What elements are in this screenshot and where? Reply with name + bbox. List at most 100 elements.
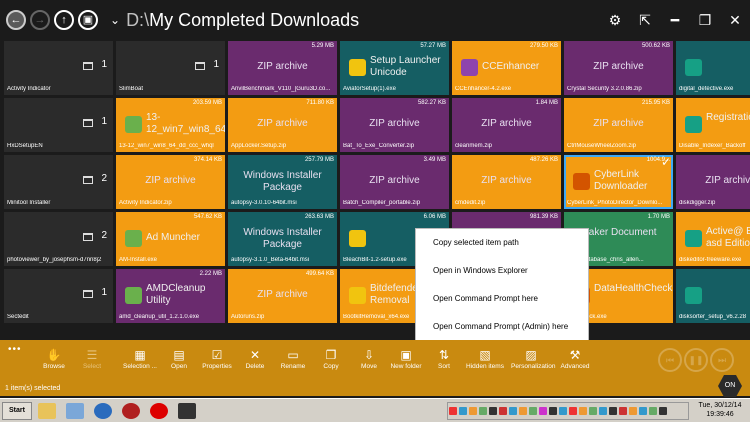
file-tile[interactable]: ZIP archive diskdigger.zip xyxy=(676,155,750,209)
file-tile[interactable]: 2 Minitool Installer xyxy=(4,155,113,209)
app-icon[interactable] xyxy=(122,403,140,419)
file-name: AnvilBenchmark_V110_[Guru3D.co... xyxy=(231,86,331,92)
folder-icon[interactable] xyxy=(38,403,56,419)
context-menu: Copy selected item path Open in Windows … xyxy=(415,228,589,341)
file-tile[interactable]: 1 Sectedit xyxy=(4,269,113,323)
previous-icon[interactable]: ⏮ xyxy=(658,348,682,372)
start-button[interactable]: Start xyxy=(2,402,32,420)
file-tile[interactable]: Registration E Disable_Indexer_Backoff xyxy=(676,98,750,152)
file-tile[interactable]: 279.50 KB CCEnhancer CCEnhancer-4.2.exe xyxy=(452,41,561,95)
file-tile[interactable]: 1 Activity Indicator xyxy=(4,41,113,95)
file-type-label: Ad Muncher xyxy=(146,232,200,243)
folder-icon xyxy=(83,233,93,241)
appbar-button[interactable]: ⇩ Move xyxy=(349,347,389,370)
appbar-button[interactable]: ▧ Hidden items xyxy=(465,347,505,370)
appbar-button[interactable]: ▤ Open xyxy=(159,347,199,370)
file-name: cleanmem.zip xyxy=(455,143,493,149)
more-button[interactable]: ••• xyxy=(8,344,22,355)
sort-icon: ⇅ xyxy=(438,348,450,362)
file-name: disksorter_setup_v6.2.28 xyxy=(679,314,747,320)
appbar-button[interactable]: ☑ Properties xyxy=(197,347,237,370)
check-icon: ✓ xyxy=(660,155,671,169)
settings-icon[interactable]: ⚙ xyxy=(600,12,630,29)
file-tile[interactable]: 711.80 KB ZIP archive AppLocker.Setup.zip xyxy=(228,98,337,152)
file-name: AviatorSetup(1).exe xyxy=(343,86,396,92)
file-tile[interactable]: 582.27 KB ZIP archive Bat_To_Exe_Converter… xyxy=(340,98,449,152)
pause-icon[interactable]: ❚❚ xyxy=(684,348,708,372)
file-type-label: ZIP archive xyxy=(705,175,750,186)
appbar-button[interactable]: ▣ New folder xyxy=(386,347,426,370)
status-bar: 1 item(s) selected xyxy=(0,382,750,396)
appbar-button[interactable]: ▭ Rename xyxy=(273,347,313,370)
file-tile[interactable]: 57.27 MB Setup Launcher Unicode AviatorSet… xyxy=(340,41,449,95)
monitor-icon[interactable] xyxy=(178,403,196,419)
file-tile[interactable]: 500.62 KB ZIP archive Crystal Security 3.2… xyxy=(564,41,673,95)
menu-item-copy-path[interactable]: Copy selected item path xyxy=(416,229,588,257)
file-tile[interactable]: digital_detective.exe xyxy=(676,41,750,95)
appbar-button-label: Move xyxy=(361,363,377,370)
file-tile[interactable]: 3.49 MB ZIP archive Batch_Compiler_portabl… xyxy=(340,155,449,209)
file-tile[interactable]: 547.62 KB Ad Muncher AM-Install.exe xyxy=(116,212,225,266)
appbar-button-label: Rename xyxy=(280,363,306,370)
close-icon[interactable]: ✕ xyxy=(720,12,750,29)
file-tile[interactable]: 263.63 MB Windows Installer Package autops… xyxy=(228,212,337,266)
appbar-button[interactable]: ▨ Personalization xyxy=(511,347,555,370)
restore-icon[interactable]: ❐ xyxy=(690,12,720,29)
appbar-button[interactable]: ❐ Copy xyxy=(311,347,351,370)
file-type-label: ZIP archive xyxy=(369,118,420,129)
file-tile[interactable]: 487.26 KB ZIP archive cmdedit.zip xyxy=(452,155,561,209)
clock[interactable]: Tue, 30/12/14 19:39:46 xyxy=(692,401,748,419)
menu-item-open-cmd-admin[interactable]: Open Command Prompt (Admin) here xyxy=(416,313,588,341)
folder-count: 2 xyxy=(101,230,107,241)
appbar-button-label: Open xyxy=(171,363,187,370)
thunderbird-icon[interactable] xyxy=(94,403,112,419)
x-icon: ✕ xyxy=(249,348,261,362)
back-icon[interactable]: ← xyxy=(6,10,26,30)
app-window: ← → ↑ ▣ ⌄ D:\My Completed Downloads ⚙ ⇱ … xyxy=(0,0,750,422)
appbar-button[interactable]: ✕ Delete xyxy=(235,347,275,370)
file-tile[interactable]: 1.84 MB ZIP archive cleanmem.zip xyxy=(452,98,561,152)
file-tile[interactable]: 203.59 MB 13-12_win7_win8_64_dd_ccc_whql 1… xyxy=(116,98,225,152)
file-name: Bat_To_Exe_Converter.zip xyxy=(343,143,415,149)
forward-icon[interactable]: → xyxy=(30,10,50,30)
folder-count: 1 xyxy=(101,287,107,298)
file-name: AM-Install.exe xyxy=(119,257,158,263)
file-tile[interactable]: 215.95 KB ZIP archive CtrlMouseWheelZoom.z… xyxy=(564,98,673,152)
file-tile[interactable]: 499.64 KB ZIP archive Autoruns.zip xyxy=(228,269,337,323)
expand-icon[interactable]: ⇱ xyxy=(630,12,660,29)
file-tile[interactable]: 1 HxDSetupEN xyxy=(4,98,113,152)
appbar-button[interactable]: ✋ Browse xyxy=(34,347,74,370)
file-tile[interactable]: 1 SlimBoat xyxy=(116,41,225,95)
app-icon xyxy=(349,230,366,247)
appbar-button[interactable]: ⇅ Sort xyxy=(424,347,464,370)
computer-icon[interactable]: ▣ xyxy=(78,10,98,30)
appbar-button[interactable]: ⚒ Advanced xyxy=(555,347,595,370)
opera-icon[interactable] xyxy=(150,403,168,419)
system-tray xyxy=(447,402,689,420)
menu-item-open-cmd[interactable]: Open Command Prompt here xyxy=(416,285,588,313)
file-tile[interactable]: 5.29 MB ZIP archive AnvilBenchmark_V110_[G… xyxy=(228,41,337,95)
appbar-button[interactable]: ▦ Selection ... xyxy=(120,347,160,370)
appbar-button[interactable]: ☰ Select xyxy=(72,347,112,370)
clock-time: 19:39:46 xyxy=(706,411,734,418)
file-tile[interactable]: 2.22 MB AMDCleanup Utility amd_cleanup_uti… xyxy=(116,269,225,323)
file-size: 257.79 MB xyxy=(304,157,334,163)
file-type-label: 13-12_win7_win8_64_dd_ccc_whql xyxy=(146,112,225,135)
folder-count: 2 xyxy=(101,173,107,184)
drive-icon[interactable] xyxy=(66,403,84,419)
file-tile[interactable]: 1004.9... CyberLink Downloader CyberLink_P… xyxy=(564,155,673,209)
file-tile[interactable]: Active@ Editor - asd Edition diskeditor-f… xyxy=(676,212,750,266)
drive-label: D:\ xyxy=(126,9,150,30)
chevron-down-icon[interactable]: ⌄ xyxy=(110,13,120,27)
folder-icon xyxy=(83,290,93,298)
minimize-icon[interactable]: ━ xyxy=(660,12,690,29)
menu-item-open-explorer[interactable]: Open in Windows Explorer xyxy=(416,257,588,285)
file-tile[interactable]: disksorter_setup_v6.2.28 xyxy=(676,269,750,323)
next-icon[interactable]: ⏭ xyxy=(710,348,734,372)
up-icon[interactable]: ↑ xyxy=(54,10,74,30)
folder-icon xyxy=(195,62,205,70)
file-tile[interactable]: 2 photoviewer_by_josephsm-d7nn8j2 xyxy=(4,212,113,266)
file-tile[interactable]: 374.14 KB ZIP archive Activity Indicator.z… xyxy=(116,155,225,209)
file-tile[interactable]: 257.79 MB Windows Installer Package autops… xyxy=(228,155,337,209)
file-type-label: ZIP archive xyxy=(257,61,308,72)
